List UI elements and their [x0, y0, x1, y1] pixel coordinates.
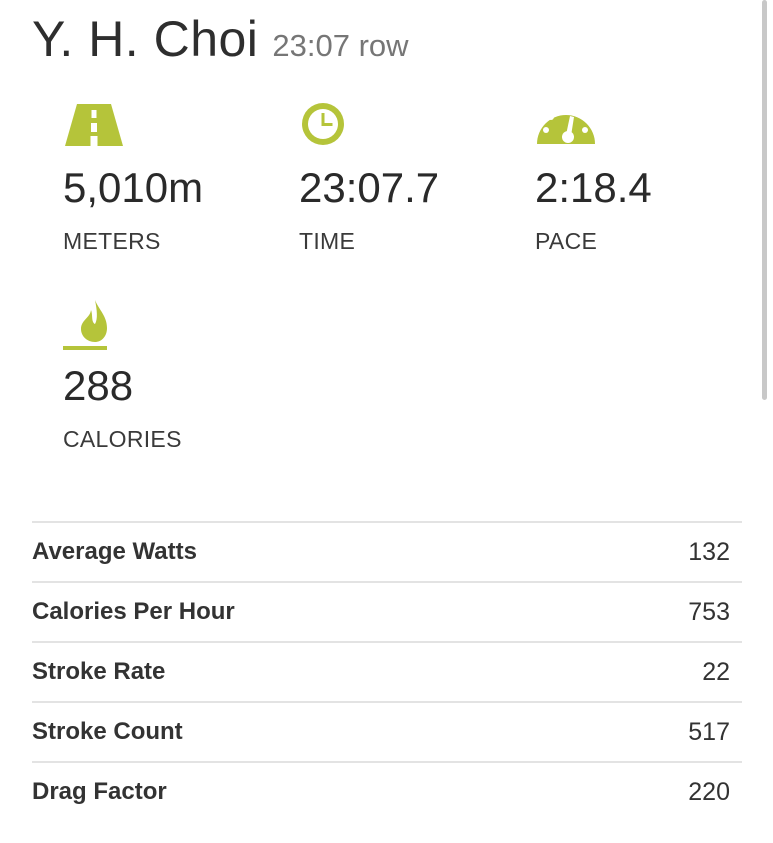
time-value: 23:07.7 [299, 164, 440, 211]
athlete-name: Y. H. Choi [32, 11, 259, 67]
scrollbar[interactable] [762, 0, 767, 400]
metric-row-stroke-count: Stroke Count 517 [32, 701, 742, 761]
metric-row-calories-per-hour: Calories Per Hour 753 [32, 581, 742, 641]
clock-icon [302, 103, 344, 145]
workout-header: Y. H. Choi 23:07 row [32, 10, 409, 68]
speedometer-icon [537, 108, 595, 144]
flame-icon [63, 300, 107, 350]
meters-label: METERS [63, 228, 161, 254]
metrics-table: Average Watts 132 Calories Per Hour 753 … [32, 521, 742, 821]
metric-name: Stroke Count [32, 718, 183, 745]
metric-name: Average Watts [32, 538, 197, 565]
time-label: TIME [299, 228, 356, 254]
calories-label: CALORIES [63, 426, 182, 452]
metric-value: 220 [688, 777, 730, 806]
pace-value: 2:18.4 [535, 164, 652, 211]
metric-row-drag-factor: Drag Factor 220 [32, 761, 742, 821]
metric-name: Calories Per Hour [32, 598, 235, 625]
metric-row-average-watts: Average Watts 132 [32, 521, 742, 581]
metric-value: 517 [688, 717, 730, 746]
pace-label: PACE [535, 228, 598, 254]
meters-value: 5,010m [63, 164, 204, 211]
workout-summary: 23:07 row [272, 28, 409, 63]
metric-value: 132 [688, 537, 730, 566]
metric-value: 753 [688, 597, 730, 626]
metric-value: 22 [702, 657, 730, 686]
calories-value: 288 [63, 362, 134, 409]
metric-name: Stroke Rate [32, 658, 166, 685]
metric-row-stroke-rate: Stroke Rate 22 [32, 641, 742, 701]
metric-name: Drag Factor [32, 778, 167, 805]
road-icon [65, 104, 123, 146]
